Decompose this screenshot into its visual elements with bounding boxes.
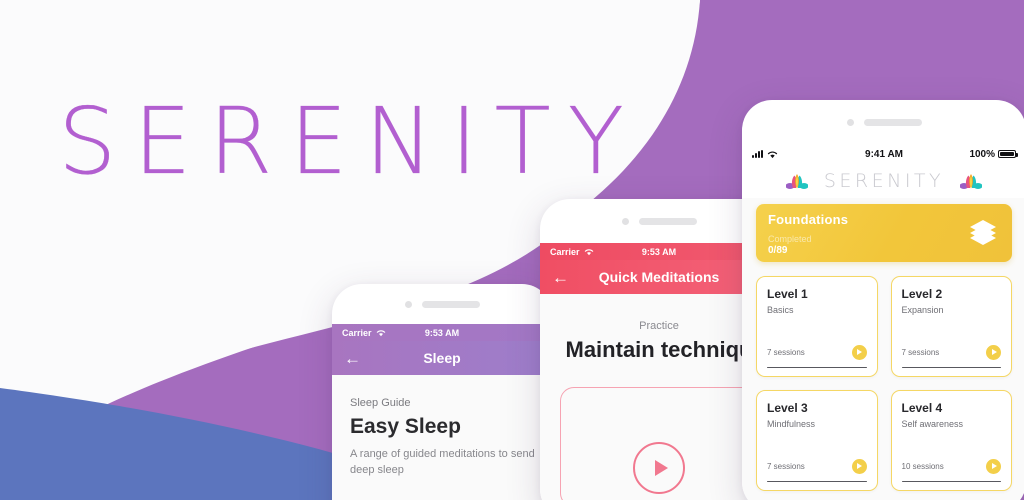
nav-title: Sleep xyxy=(423,350,461,366)
phone-mockup-home: 9:41 AM 100% SERENITY Foundations Comple… xyxy=(742,100,1024,500)
phone-earpiece-area xyxy=(742,100,1024,144)
level-subtitle: Self awareness xyxy=(901,419,964,429)
foundations-completed-label: Completed xyxy=(768,234,812,244)
nav-bar-sleep: ← Sleep xyxy=(332,341,552,375)
level-title: Level 1 xyxy=(767,287,808,301)
camera-icon xyxy=(621,217,629,225)
sleep-eyebrow-label: Sleep Guide xyxy=(350,397,411,409)
practice-heading: Maintain techniqu xyxy=(565,337,753,362)
level-subtitle: Mindfulness xyxy=(767,419,816,429)
sleep-content: Sleep Guide Easy Sleep A range of guided… xyxy=(332,375,552,500)
app-promo-banner: SERENITY Carrier 9:53 AM ← Sleep Sleep G… xyxy=(0,0,1024,500)
play-icon[interactable] xyxy=(986,458,1001,474)
level-title: Level 3 xyxy=(767,401,808,415)
levels-grid: Level 1 Basics 7 sessions Level 2 Expans… xyxy=(756,276,1012,491)
layers-icon xyxy=(970,220,996,245)
wifi-icon xyxy=(767,151,778,158)
play-icon[interactable] xyxy=(851,344,867,360)
level-subtitle: Basics xyxy=(767,305,794,315)
status-time: 9:41 AM xyxy=(865,148,903,160)
level-progress-bar xyxy=(901,366,1001,368)
speaker-grille-icon xyxy=(638,217,697,225)
foundations-count: 0/89 xyxy=(768,245,788,256)
phone-screen-home: 9:41 AM 100% SERENITY Foundations Comple… xyxy=(742,144,1024,500)
level-card[interactable]: Level 1 Basics 7 sessions xyxy=(756,276,878,377)
camera-icon xyxy=(846,118,854,126)
level-progress-bar xyxy=(767,480,867,482)
camera-icon xyxy=(404,300,412,308)
level-title: Level 4 xyxy=(901,401,943,415)
phone-earpiece-area xyxy=(332,284,552,324)
wifi-icon xyxy=(584,248,593,255)
status-time: 9:53 AM xyxy=(641,246,677,257)
level-sessions-count: 7 sessions xyxy=(767,347,805,357)
phone-screen-sleep: Carrier 9:53 AM ← Sleep Sleep Guide Easy… xyxy=(332,324,552,500)
practice-eyebrow-label: Practice xyxy=(639,320,679,332)
foundations-card[interactable]: Foundations Completed 0/89 xyxy=(756,204,1012,262)
level-card[interactable]: Level 4 Self awareness 10 sessions xyxy=(890,390,1012,491)
foundations-title: Foundations xyxy=(768,212,849,227)
wifi-icon xyxy=(376,329,385,336)
carrier-label: Carrier xyxy=(342,327,372,338)
play-icon[interactable] xyxy=(986,344,1001,360)
home-content: Foundations Completed 0/89 Level 1 Basic… xyxy=(742,198,1024,491)
level-subtitle: Expansion xyxy=(901,305,944,315)
app-header: SERENITY xyxy=(742,164,1024,198)
battery-full-icon xyxy=(998,150,1019,158)
lotus-icon xyxy=(960,173,983,189)
level-card[interactable]: Level 3 Mindfulness 7 sessions xyxy=(756,390,878,491)
level-card[interactable]: Level 2 Expansion 7 sessions xyxy=(890,276,1012,377)
level-title: Level 2 xyxy=(901,287,943,301)
speaker-grille-icon xyxy=(863,118,922,126)
lotus-icon xyxy=(785,173,808,189)
level-sessions-count: 10 sessions xyxy=(901,461,944,471)
play-icon[interactable] xyxy=(633,442,685,494)
player-card xyxy=(560,387,758,500)
speaker-grille-icon xyxy=(421,300,480,308)
back-arrow-icon[interactable]: ← xyxy=(552,269,569,286)
signal-bars-icon xyxy=(752,150,763,158)
battery-percent-label: 100% xyxy=(969,148,996,160)
status-bar: 9:41 AM 100% xyxy=(742,144,1024,164)
sleep-heading: Easy Sleep xyxy=(350,415,461,438)
status-time: 9:53 AM xyxy=(424,327,460,338)
sleep-description-line-2: deep sleep xyxy=(350,463,404,476)
play-triangle-icon xyxy=(654,460,668,476)
page-title: SERENITY xyxy=(58,88,641,195)
level-sessions-count: 7 sessions xyxy=(767,461,805,471)
level-progress-bar xyxy=(901,480,1001,482)
level-progress-bar xyxy=(767,366,867,368)
back-arrow-icon[interactable]: ← xyxy=(344,350,361,367)
sleep-description-line-1: A range of guided meditations to send xyxy=(350,448,535,460)
phone-mockup-sleep: Carrier 9:53 AM ← Sleep Sleep Guide Easy… xyxy=(332,284,552,500)
level-sessions-count: 7 sessions xyxy=(901,347,940,357)
app-title: SERENITY xyxy=(823,170,945,192)
play-icon[interactable] xyxy=(851,458,867,474)
status-bar: Carrier 9:53 AM xyxy=(332,324,552,341)
carrier-label: Carrier xyxy=(550,246,580,257)
